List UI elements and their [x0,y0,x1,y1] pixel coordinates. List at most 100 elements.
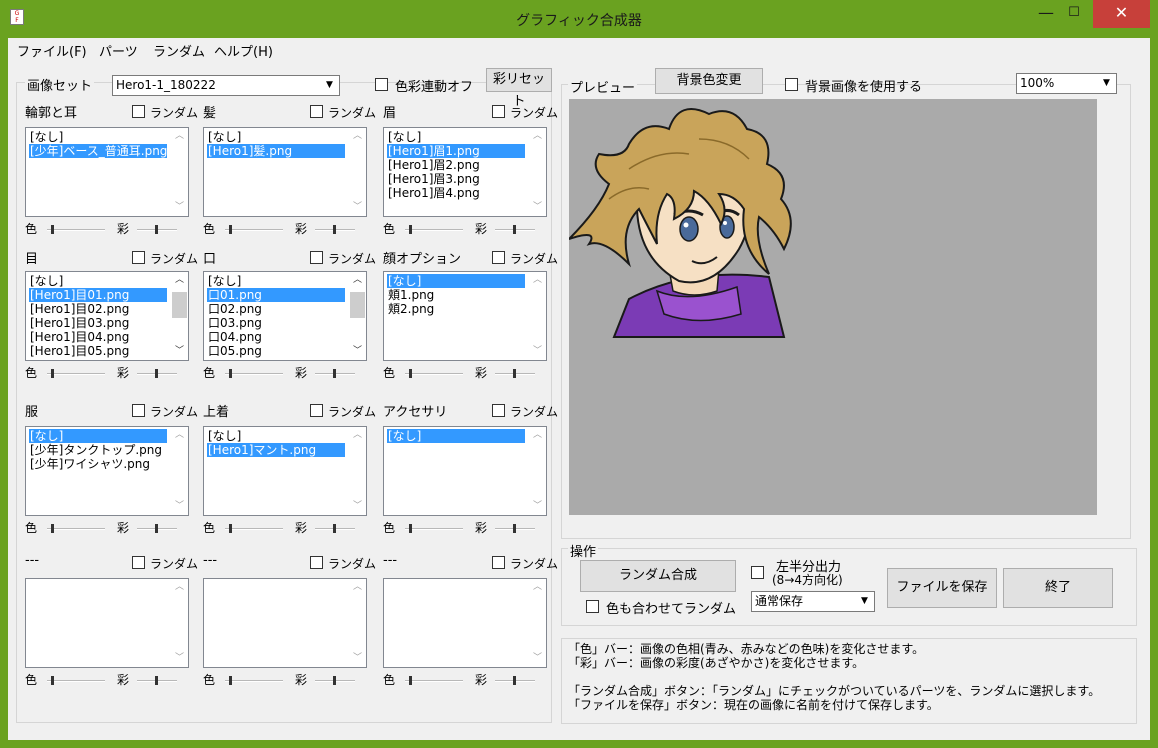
list-item[interactable]: [少年]タンクトップ.png [29,443,167,457]
list-item[interactable]: 口05.png [207,344,345,358]
list-item[interactable]: 口02.png [207,302,345,316]
hue-slider-thumb[interactable] [229,676,232,685]
list-scrollbar[interactable]: ︿ ﹀ [171,579,188,667]
list-item[interactable]: [Hero1]目01.png [29,288,167,302]
scroll-thumb[interactable] [350,292,365,318]
hue-slider[interactable] [225,680,283,682]
zoom-combo[interactable]: 100% ▼ [1016,73,1117,94]
parts-listbox[interactable]: ︿ ﹀ [25,578,189,668]
saturation-slider-thumb[interactable] [333,676,336,685]
hue-slider[interactable] [225,229,283,231]
scroll-down-icon[interactable]: ﹀ [349,498,366,515]
chevron-down-icon[interactable]: ▼ [856,593,873,610]
menu-random[interactable]: ランダム [153,41,205,60]
list-item[interactable]: [Hero1]眉2.png [387,158,525,172]
random-checkbox[interactable] [310,556,323,569]
parts-listbox[interactable]: [なし] [Hero1]髪.png ︿ ﹀ [203,127,367,217]
scroll-down-icon[interactable]: ﹀ [171,498,188,515]
list-item[interactable]: [なし] [29,274,167,288]
random-checkbox[interactable] [492,251,505,264]
parts-listbox[interactable]: [なし] 口01.png 口02.png 口03.png 口04.png 口05.png ︿… [203,271,367,361]
hue-slider-thumb[interactable] [229,369,232,378]
use-bg-image-checkbox[interactable] [785,78,798,91]
parts-listbox[interactable]: ︿ ﹀ [383,578,547,668]
hue-slider-thumb[interactable] [409,369,412,378]
list-item[interactable]: [なし] [29,429,167,443]
parts-listbox[interactable]: [なし] ︿ ﹀ [383,426,547,516]
random-with-color-checkbox[interactable] [586,600,599,613]
random-checkbox[interactable] [132,105,145,118]
hue-slider-thumb[interactable] [51,676,54,685]
list-item[interactable]: [Hero1]目02.png [29,302,167,316]
menu-help[interactable]: ヘルプ(H) [214,41,273,60]
list-scrollbar[interactable]: ︿ ﹀ [171,427,188,515]
minimize-button[interactable]: — [1032,0,1060,28]
scroll-down-icon[interactable]: ﹀ [349,199,366,216]
list-scrollbar[interactable]: ︿ ﹀ [529,272,546,360]
close-button[interactable]: ✕ [1093,0,1150,28]
random-checkbox[interactable] [310,251,323,264]
hue-slider-thumb[interactable] [229,225,232,234]
bg-color-button[interactable]: 背景色変更 [655,68,763,94]
saturation-slider-thumb[interactable] [513,225,516,234]
parts-listbox[interactable]: [なし] [少年]タンクトップ.png [少年]ワイシャツ.png ︿ ﹀ [25,426,189,516]
scroll-down-icon[interactable]: ﹀ [529,199,546,216]
random-compose-button[interactable]: ランダム合成 [580,560,736,592]
list-scrollbar[interactable]: ︿ ﹀ [349,579,366,667]
list-item[interactable]: [なし] [207,274,345,288]
random-checkbox[interactable] [492,105,505,118]
random-checkbox[interactable] [310,105,323,118]
list-item[interactable]: [なし] [207,429,345,443]
scroll-up-icon[interactable]: ︿ [171,128,188,145]
list-scrollbar[interactable]: ︿ ﹀ [349,128,366,216]
hue-slider-thumb[interactable] [51,524,54,533]
saturation-slider-thumb[interactable] [513,676,516,685]
half-output-checkbox[interactable] [751,566,764,579]
scroll-down-icon[interactable]: ﹀ [171,343,188,360]
hue-slider[interactable] [405,680,463,682]
list-item[interactable]: 頬1.png [387,288,525,302]
list-scrollbar[interactable]: ︿ ﹀ [171,128,188,216]
saturation-slider-thumb[interactable] [513,524,516,533]
scroll-down-icon[interactable]: ﹀ [529,650,546,667]
scroll-up-icon[interactable]: ︿ [171,579,188,596]
saturation-slider-thumb[interactable] [155,225,158,234]
scroll-up-icon[interactable]: ︿ [349,579,366,596]
hue-slider-thumb[interactable] [409,225,412,234]
maximize-button[interactable]: ☐ [1060,0,1088,28]
list-item[interactable]: [Hero1]眉1.png [387,144,525,158]
hue-slider[interactable] [405,229,463,231]
scroll-up-icon[interactable]: ︿ [349,272,366,289]
hue-slider-thumb[interactable] [51,369,54,378]
scroll-up-icon[interactable]: ︿ [349,128,366,145]
scroll-down-icon[interactable]: ﹀ [529,343,546,360]
hue-slider-thumb[interactable] [229,524,232,533]
saturation-slider-thumb[interactable] [333,225,336,234]
list-item[interactable]: 口01.png [207,288,345,302]
saturation-slider-thumb[interactable] [333,524,336,533]
parts-listbox[interactable]: ︿ ﹀ [203,578,367,668]
list-item[interactable]: [なし] [387,274,525,288]
scroll-down-icon[interactable]: ﹀ [171,650,188,667]
parts-listbox[interactable]: [なし] [Hero1]目01.png [Hero1]目02.png [Hero1]目… [25,271,189,361]
list-item[interactable]: [なし] [387,130,525,144]
hue-slider[interactable] [47,229,105,231]
random-checkbox[interactable] [132,404,145,417]
hue-slider[interactable] [225,528,283,530]
scroll-up-icon[interactable]: ︿ [529,128,546,145]
list-item[interactable]: [なし] [207,130,345,144]
list-item[interactable]: [少年]ワイシャツ.png [29,457,167,471]
saturation-slider-thumb[interactable] [155,676,158,685]
list-scrollbar[interactable]: ︿ ﹀ [529,128,546,216]
parts-listbox[interactable]: [なし] [Hero1]マント.png ︿ ﹀ [203,426,367,516]
list-item[interactable]: [なし] [29,130,167,144]
scroll-down-icon[interactable]: ﹀ [349,343,366,360]
menu-parts[interactable]: パーツ [99,41,138,60]
parts-listbox[interactable]: [なし] [少年]ベース_普通耳.png ︿ ﹀ [25,127,189,217]
hue-slider-thumb[interactable] [51,225,54,234]
parts-listbox[interactable]: [なし] 頬1.png 頬2.png ︿ ﹀ [383,271,547,361]
scroll-up-icon[interactable]: ︿ [171,427,188,444]
hue-slider[interactable] [47,680,105,682]
parts-listbox[interactable]: [なし] [Hero1]眉1.png [Hero1]眉2.png [Hero1]眉3.… [383,127,547,217]
scroll-up-icon[interactable]: ︿ [529,427,546,444]
